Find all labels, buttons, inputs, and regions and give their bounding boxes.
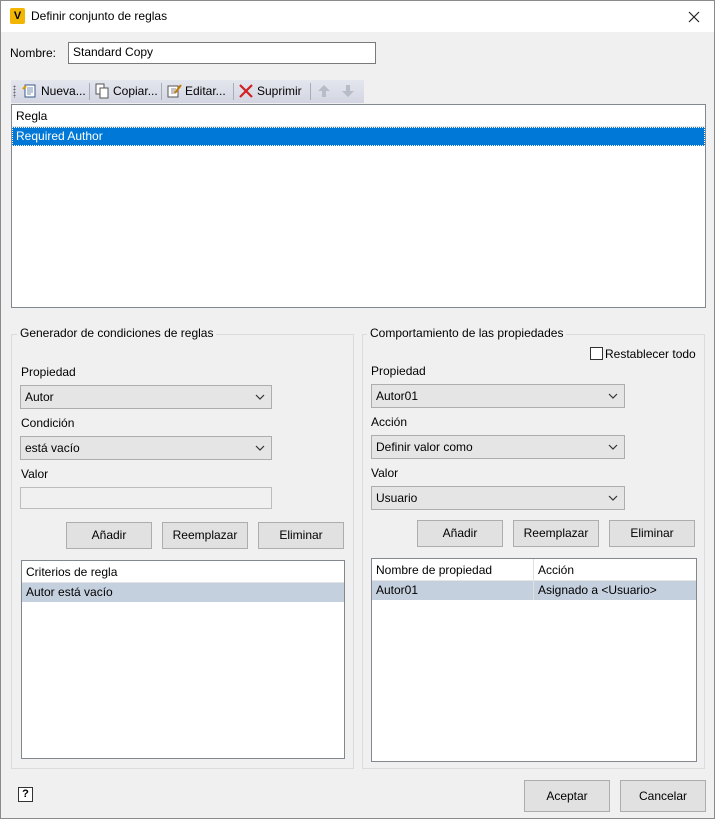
behavior-action-value: Definir valor como — [376, 440, 473, 454]
condition-property-select[interactable]: Autor — [20, 385, 272, 409]
condition-select[interactable]: está vacío — [20, 436, 272, 460]
behavior-replace-button[interactable]: Reemplazar — [513, 520, 599, 547]
condition-label: Condición — [21, 416, 75, 430]
delete-rule-button[interactable]: Suprimir — [238, 81, 302, 102]
criteria-list[interactable]: Criterios de regla Autor está vacío — [21, 560, 345, 759]
move-down-button[interactable] — [341, 81, 360, 102]
condition-value-input[interactable] — [20, 487, 272, 509]
name-label: Nombre: — [10, 46, 57, 60]
condition-value-label: Valor — [21, 467, 49, 481]
arrow-down-icon — [341, 83, 357, 99]
behavior-property-label: Propiedad — [371, 364, 426, 378]
column-header-property-name[interactable]: Nombre de propiedad — [372, 559, 534, 580]
copy-rule-button[interactable]: Copiar... — [94, 81, 158, 102]
window-title: Definir conjunto de reglas — [31, 9, 168, 23]
delete-x-icon — [238, 83, 254, 99]
close-icon[interactable] — [674, 1, 714, 32]
condition-builder-title: Generador de condiciones de reglas — [17, 326, 217, 340]
cell-action: Asignado a <Usuario> — [538, 583, 657, 597]
condition-add-button[interactable]: Añadir — [66, 522, 152, 549]
condition-replace-button[interactable]: Reemplazar — [162, 522, 248, 549]
reset-all-label[interactable]: Restablecer todo — [605, 347, 696, 361]
cell-property-name: Autor01 — [372, 581, 534, 600]
delete-rule-label: Suprimir — [257, 84, 302, 98]
condition-value: está vacío — [25, 441, 80, 455]
toolbar-grip[interactable] — [13, 85, 16, 98]
criteria-row[interactable]: Autor está vacío — [22, 583, 344, 602]
edit-icon — [166, 83, 182, 99]
rules-list[interactable]: Regla Required Author — [11, 104, 706, 308]
property-actions-grid[interactable]: Nombre de propiedad Acción Autor01 Asign… — [371, 558, 697, 762]
grid-header: Nombre de propiedad Acción — [372, 559, 696, 581]
rules-toolbar: Nueva... Copiar... Editar... Suprimir — [11, 80, 364, 103]
chevron-down-icon — [606, 487, 620, 509]
help-icon[interactable]: ? — [18, 787, 33, 802]
property-behavior-title: Comportamiento de las propiedades — [367, 326, 567, 340]
define-rule-set-dialog: V Definir conjunto de reglas Nombre: Sta… — [0, 0, 715, 819]
condition-remove-button[interactable]: Eliminar — [258, 522, 344, 549]
title-bar[interactable]: V Definir conjunto de reglas — [1, 1, 714, 32]
behavior-property-select[interactable]: Autor01 — [371, 384, 625, 408]
reset-all-checkbox[interactable] — [590, 347, 603, 360]
copy-rule-label: Copiar... — [113, 84, 158, 98]
new-rule-button[interactable]: Nueva... — [22, 81, 86, 102]
chevron-down-icon — [253, 437, 267, 459]
behavior-add-button[interactable]: Añadir — [417, 520, 503, 547]
behavior-value-value: Usuario — [376, 491, 418, 505]
rule-row[interactable]: Required Author — [12, 127, 705, 146]
behavior-value-select[interactable]: Usuario — [371, 486, 625, 510]
new-document-icon — [22, 83, 38, 99]
condition-property-label: Propiedad — [21, 365, 76, 379]
behavior-remove-button[interactable]: Eliminar — [609, 520, 695, 547]
ok-button[interactable]: Aceptar — [524, 780, 610, 812]
behavior-value-label: Valor — [371, 466, 399, 480]
edit-rule-button[interactable]: Editar... — [166, 81, 226, 102]
new-rule-label: Nueva... — [41, 84, 86, 98]
column-header-action[interactable]: Acción — [534, 559, 696, 580]
condition-property-value: Autor — [25, 390, 54, 404]
chevron-down-icon — [606, 385, 620, 407]
rules-list-header[interactable]: Regla — [12, 105, 705, 127]
chevron-down-icon — [606, 436, 620, 458]
behavior-action-select[interactable]: Definir valor como — [371, 435, 625, 459]
chevron-down-icon — [253, 386, 267, 408]
move-up-button[interactable] — [317, 81, 336, 102]
name-input[interactable]: Standard Copy — [68, 42, 376, 64]
table-row[interactable]: Autor01 Asignado a <Usuario> — [372, 581, 696, 600]
criteria-list-header[interactable]: Criterios de regla — [22, 561, 344, 583]
edit-rule-label: Editar... — [185, 84, 226, 98]
arrow-up-icon — [317, 83, 333, 99]
cancel-button[interactable]: Cancelar — [620, 780, 706, 812]
copy-icon — [94, 83, 110, 99]
vault-app-icon: V — [10, 8, 25, 24]
behavior-property-value: Autor01 — [376, 389, 419, 403]
behavior-action-label: Acción — [371, 415, 408, 429]
